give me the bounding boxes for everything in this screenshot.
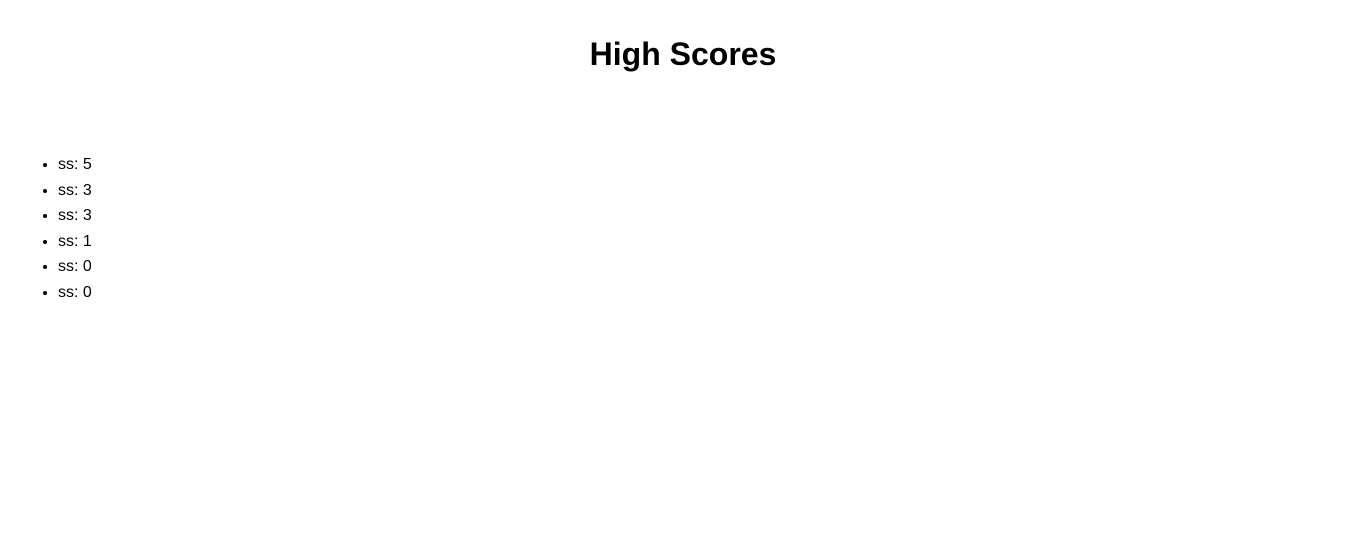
list-item: ss: 1 <box>58 229 92 255</box>
page-title: High Scores <box>589 36 777 72</box>
high-scores-list: ss: 5 ss: 3 ss: 3 ss: 1 ss: 0 ss: 0 <box>40 152 92 306</box>
list-item: ss: 3 <box>58 203 92 229</box>
list-item: ss: 3 <box>58 178 92 204</box>
high-scores-page: High Scores ss: 5 ss: 3 ss: 3 ss: 1 ss: … <box>0 0 1366 560</box>
list-item: ss: 5 <box>58 152 92 178</box>
list-item: ss: 0 <box>58 280 92 306</box>
list-item: ss: 0 <box>58 254 92 280</box>
